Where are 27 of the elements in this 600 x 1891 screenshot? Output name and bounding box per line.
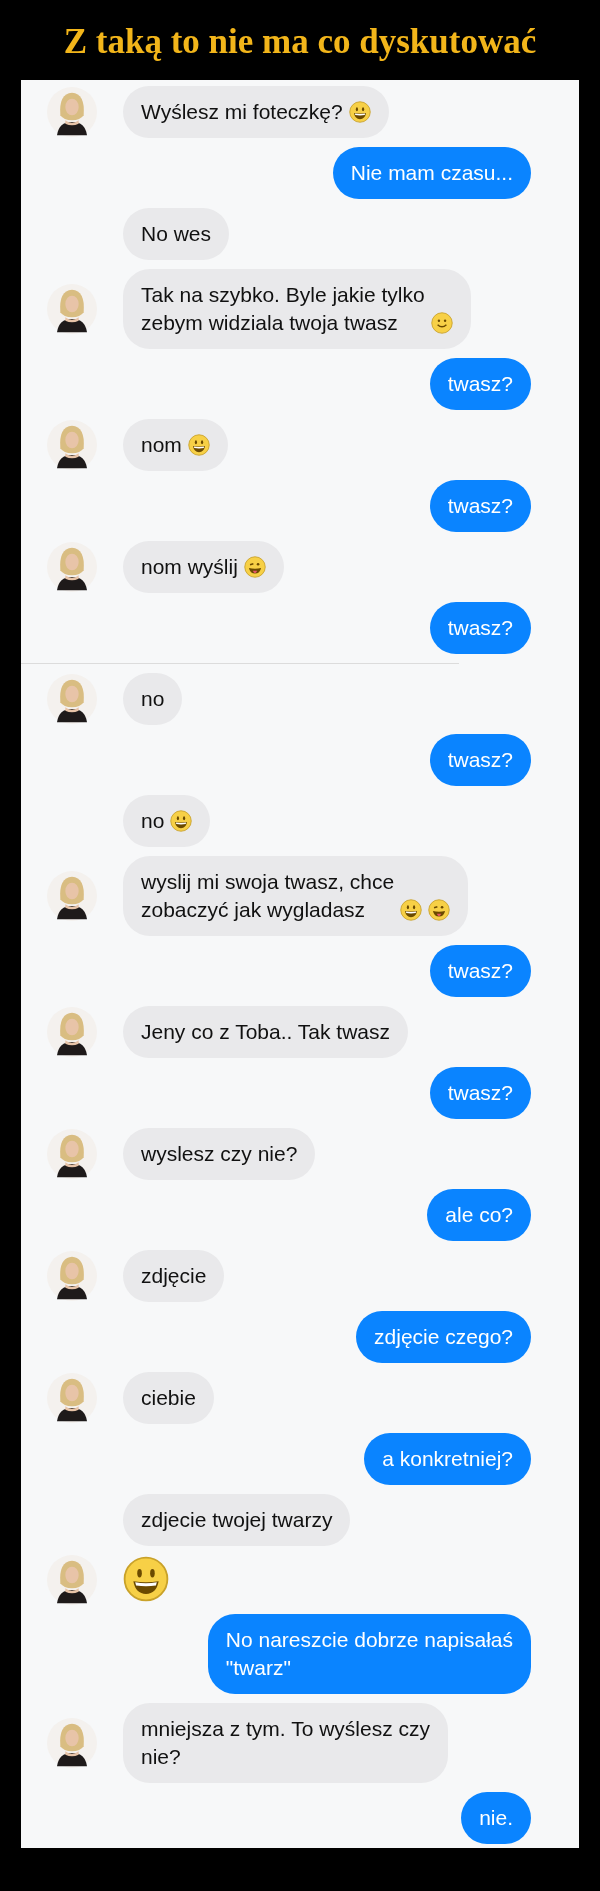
message-text: twasz?: [447, 615, 513, 641]
message-text: wyslij mi swoja twasz, chce zobaczyć jak wygladasz: [141, 869, 395, 923]
message-text: No wes: [141, 221, 212, 247]
message-text: twasz?: [447, 371, 513, 397]
message-text: nie.: [479, 1805, 513, 1831]
message-text: nom wyślij: [141, 554, 238, 580]
message-text: wyslesz czy nie?: [141, 1141, 298, 1167]
message-text: mniejsza z tym. To wyślesz czy nie?: [141, 1716, 430, 1770]
message-text: No nareszcie dobrze napisałaś "twarz": [225, 1627, 513, 1681]
message-text: twasz?: [447, 958, 513, 984]
message-text: no: [141, 808, 165, 834]
message-text: nom: [141, 432, 182, 458]
message-text: twasz?: [447, 747, 513, 773]
message-text: zdjecie twojej twarzy: [141, 1507, 333, 1533]
message-text: twasz?: [447, 1080, 513, 1106]
message-text: Jeny co z Toba.. Tak twasz: [141, 1019, 391, 1045]
message-text: zdjęcie czego?: [374, 1324, 513, 1350]
message-text: a konkretniej?: [382, 1446, 513, 1472]
message-text: Wyślesz mi foteczkę?: [141, 99, 343, 125]
message-text: ciebie: [141, 1385, 196, 1411]
message-text: Tak na szybko. Byle jakie tylko zebym widziala twoja twasz: [141, 282, 425, 336]
message-text: Nie mam czasu...: [350, 160, 513, 186]
message-text: no: [141, 686, 165, 712]
poster-title: Z taką to nie ma co dyskutować: [63, 22, 537, 63]
message-text: zdjęcie: [141, 1263, 207, 1289]
message-text: twasz?: [447, 493, 513, 519]
message-text: ale co?: [445, 1202, 513, 1228]
